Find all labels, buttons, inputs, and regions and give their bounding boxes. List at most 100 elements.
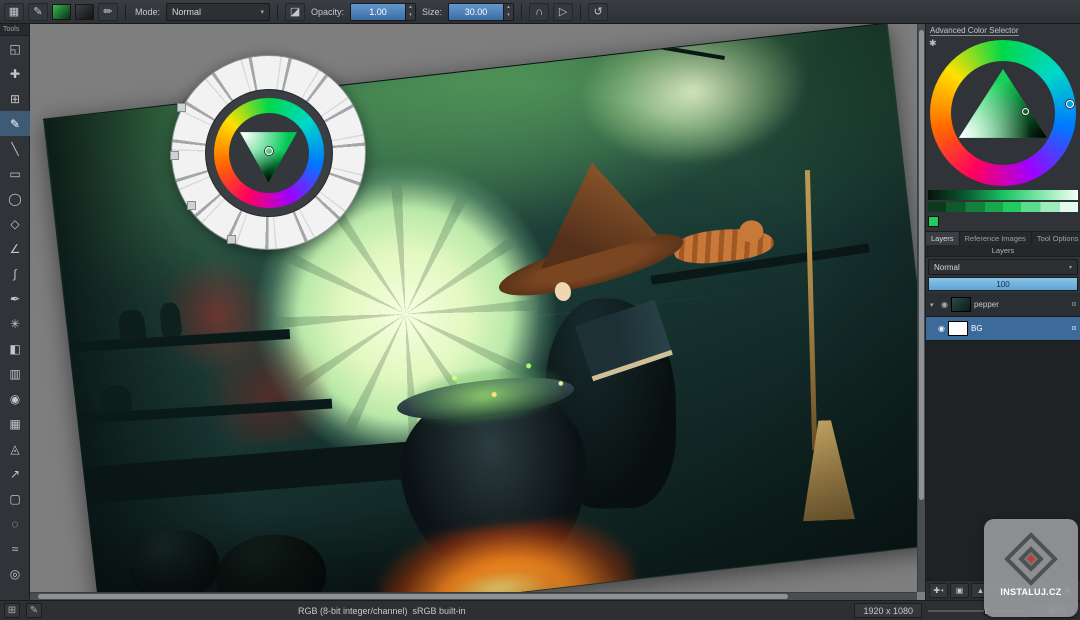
opacity-spin-arrows: ▴ ▾	[405, 4, 415, 20]
tab-reference-images[interactable]: Reference Images	[960, 232, 1032, 245]
layer-row-bg[interactable]: ◉ BG α	[926, 317, 1080, 341]
shade-segments-strip[interactable]	[928, 202, 1078, 212]
pattern-icon: ▦	[9, 417, 20, 431]
pattern-chooser[interactable]	[75, 4, 94, 20]
size-spin-arrows: ▴ ▾	[503, 4, 513, 20]
spin-down-icon[interactable]: ▾	[504, 12, 513, 20]
vertical-scrollbar-thumb[interactable]	[919, 30, 924, 500]
brush-preset-button[interactable]: ✎	[28, 3, 48, 21]
separator	[277, 4, 278, 20]
tool-transform[interactable]: ◱	[0, 36, 30, 61]
spin-up-icon[interactable]: ▴	[406, 4, 415, 12]
layer-property-icons: α	[1072, 325, 1076, 332]
workspace-chooser-button[interactable]: ▦	[4, 3, 24, 21]
tool-rect-select[interactable]: ▢	[0, 486, 30, 511]
tool-pattern-edit[interactable]: ▦	[0, 411, 30, 436]
gradient-icon: ▥	[9, 367, 20, 381]
tab-layers[interactable]: Layers	[926, 232, 960, 245]
tool-rectangle[interactable]: ▭	[0, 161, 30, 186]
brush-tag-button[interactable]	[227, 235, 236, 244]
chevron-down-icon: ▾	[941, 588, 944, 594]
color-sampler-icon: ◉	[10, 392, 20, 406]
shade-gradient-strip[interactable]	[928, 190, 1078, 200]
hue-wheel[interactable]	[930, 40, 1076, 186]
spin-up-icon[interactable]: ▴	[504, 4, 513, 12]
right-docker-panel: Advanced Color Selector ✱ Layers Referen…	[925, 24, 1080, 600]
tool-bezier[interactable]: ∫	[0, 261, 30, 286]
separator	[125, 4, 126, 20]
tool-assistants[interactable]: ◬	[0, 436, 30, 461]
tool-fill[interactable]: ◧	[0, 336, 30, 361]
visibility-eye-icon[interactable]: ◉	[938, 324, 945, 333]
add-layer-button[interactable]: ✚ ▾	[929, 583, 948, 598]
hue-selector-handle[interactable]	[1066, 100, 1074, 108]
transform-icon: ◱	[9, 42, 20, 56]
tool-calligraphy[interactable]: ✒	[0, 286, 30, 311]
triangle-selector-handle[interactable]	[1022, 108, 1029, 115]
tool-freehand-select[interactable]: ≈	[0, 536, 30, 561]
size-spinbox[interactable]: 30.00 ▴ ▾	[448, 3, 514, 21]
wrap-around-button[interactable]: ▷	[553, 3, 573, 21]
crop-icon: ⊞	[10, 92, 20, 106]
chevron-down-icon: ▾	[1069, 264, 1072, 271]
canvas-area[interactable]	[30, 24, 925, 600]
assistants-icon: ◬	[10, 442, 19, 456]
layer-property-icons: α	[1072, 301, 1076, 308]
horizontal-scrollbar[interactable]	[30, 592, 917, 600]
tool-polyline[interactable]: ∠	[0, 236, 30, 261]
layers-docker-header: Layers	[926, 245, 1080, 257]
blending-mode-dropdown[interactable]: Normal ▾	[166, 3, 270, 21]
reload-icon: ↺	[593, 5, 602, 18]
polyline-icon: ∠	[10, 242, 21, 256]
layer-blending-mode-dropdown[interactable]: Normal ▾	[928, 259, 1078, 275]
selector-settings-icon[interactable]: ✱	[929, 38, 937, 49]
color-history-swatch[interactable]	[928, 216, 939, 227]
layer-blend-value: Normal	[934, 263, 960, 272]
layer-opacity-slider[interactable]: 100	[928, 277, 1078, 291]
size-label: Size:	[422, 7, 442, 17]
visibility-eye-icon[interactable]: ◉	[941, 300, 948, 309]
reload-preset-button[interactable]: ↺	[588, 3, 608, 21]
toolbox-title: Tools	[0, 24, 29, 36]
alpha-lock-icon[interactable]: α	[1072, 301, 1076, 308]
tool-gradient[interactable]: ▥	[0, 361, 30, 386]
color-selector-handle[interactable]	[265, 147, 273, 155]
vertical-scrollbar[interactable]	[917, 24, 925, 592]
gradient-chooser[interactable]	[52, 4, 71, 20]
horizontal-scrollbar-thumb[interactable]	[38, 594, 788, 599]
tool-ellipse[interactable]: ◯	[0, 186, 30, 211]
multibrush-icon: ✳	[10, 317, 20, 331]
duplicate-layer-button[interactable]: ▣	[950, 583, 969, 598]
layer-row-pepper[interactable]: ▾ ◉ pepper α	[926, 293, 1080, 317]
tool-measure[interactable]: ↗	[0, 461, 30, 486]
tool-freehand-brush[interactable]: ✎	[0, 111, 30, 136]
brush-icon: ✎	[10, 117, 20, 131]
brush-status-icon[interactable]: ✎	[26, 603, 42, 618]
layer-blend-row: Normal ▾	[926, 257, 1080, 277]
tool-crop[interactable]: ⊞	[0, 86, 30, 111]
edit-brush-settings-button[interactable]: ✏	[98, 3, 118, 21]
tool-multibrush[interactable]: ✳	[0, 311, 30, 336]
eraser-toggle-button[interactable]: ◪	[285, 3, 305, 21]
mirror-icon: ∩	[535, 6, 543, 18]
tool-ellipse-select[interactable]: ◌	[0, 511, 30, 536]
selection-display-icon[interactable]: ⊞	[4, 603, 20, 618]
separator	[580, 4, 581, 20]
brush-tag-button[interactable]	[187, 201, 196, 210]
tool-move[interactable]: ✚	[0, 61, 30, 86]
expand-caret-icon[interactable]: ▾	[930, 301, 938, 309]
mirror-view-button[interactable]: ∩	[529, 3, 549, 21]
alpha-lock-icon[interactable]: α	[1072, 325, 1076, 332]
brush-tag-button[interactable]	[170, 151, 179, 160]
brush-tag-button[interactable]	[177, 103, 186, 112]
tab-tool-options[interactable]: Tool Options	[1032, 232, 1080, 245]
brush-icon: ✎	[33, 5, 42, 18]
opacity-spinbox[interactable]: 1.00 ▴ ▾	[350, 3, 416, 21]
measure-icon: ↗	[10, 467, 20, 481]
tool-line[interactable]: ╲	[0, 136, 30, 161]
spin-down-icon[interactable]: ▾	[406, 12, 415, 20]
tool-zoom[interactable]: ◎	[0, 561, 30, 586]
tool-polygon[interactable]: ◇	[0, 211, 30, 236]
tool-color-sampler[interactable]: ◉	[0, 386, 30, 411]
advanced-color-selector: ✱	[926, 38, 1080, 188]
